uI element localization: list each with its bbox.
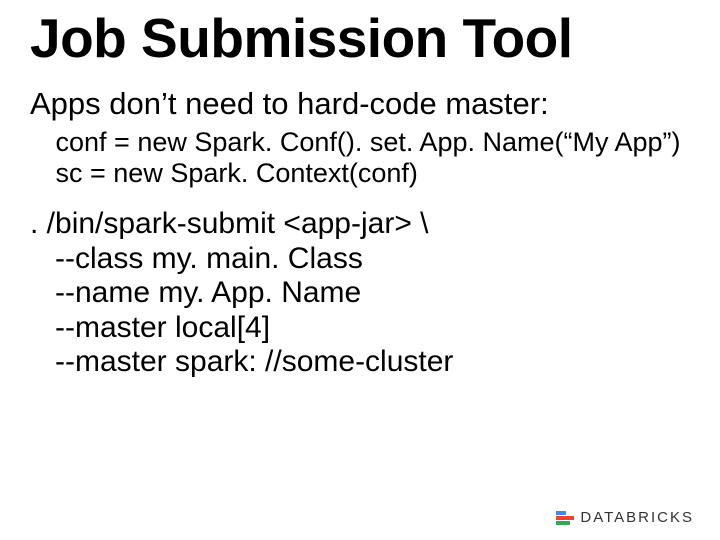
brand-label: DATABRICKS — [580, 509, 694, 526]
spark-submit-command: . /bin/spark-submit <app-jar> \ --class … — [30, 207, 690, 380]
code-snippet: conf = new Spark. Conf(). set. App. Name… — [30, 127, 690, 189]
slide-title: Job Submission Tool — [30, 10, 690, 68]
slide: Job Submission Tool Apps don’t need to h… — [0, 0, 720, 540]
brand-footer: DATABRICKS — [556, 509, 694, 526]
intro-text: Apps don’t need to hard-code master: — [30, 86, 690, 122]
databricks-logo-icon — [556, 511, 574, 525]
